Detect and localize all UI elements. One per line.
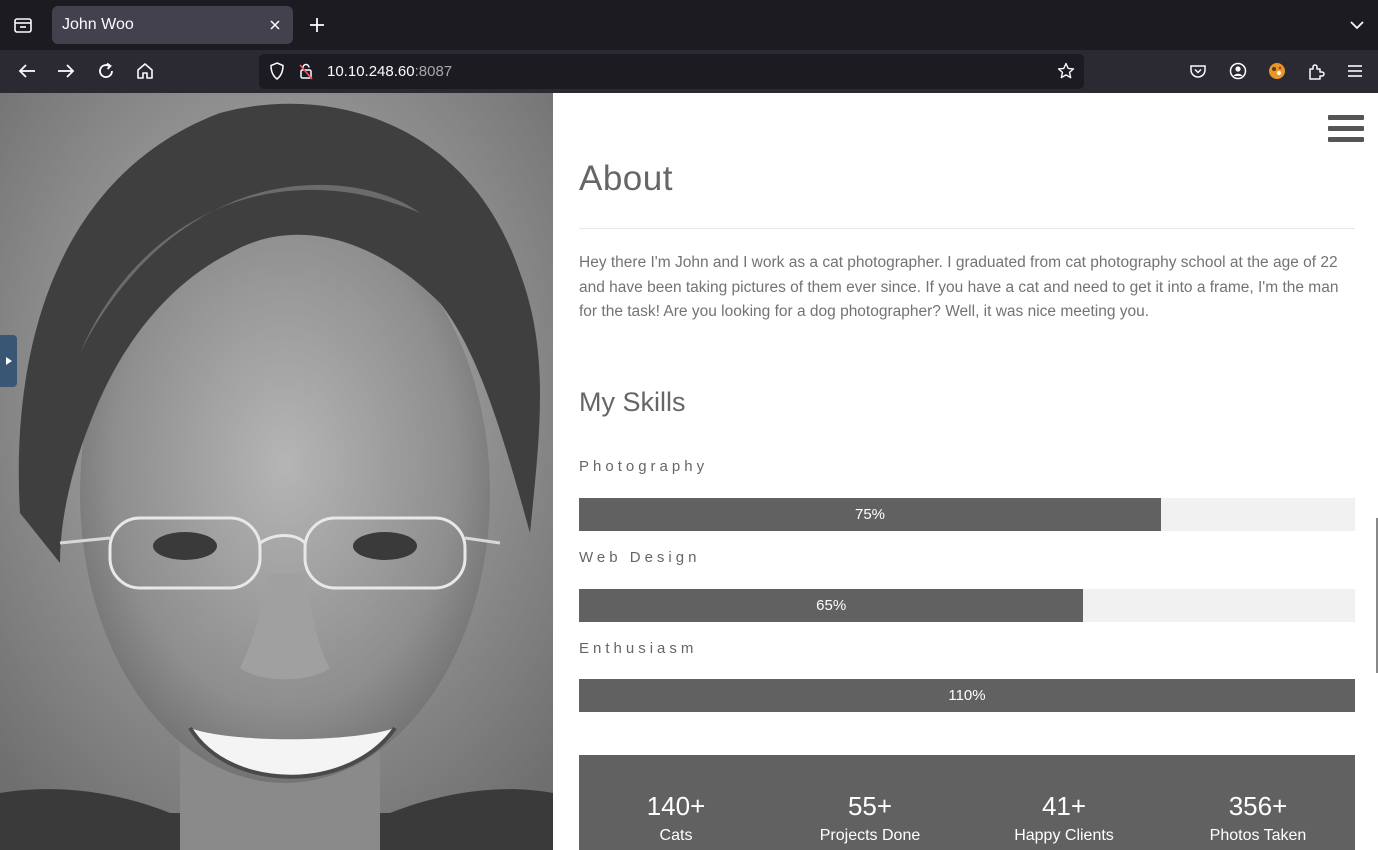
url-text: 10.10.248.60:8087 <box>327 63 452 80</box>
chevron-down-icon[interactable] <box>1346 14 1368 36</box>
skill-fill-web-design: 65% <box>579 589 1084 622</box>
skill-fill-enthusiasm: 110% <box>579 679 1355 712</box>
stat-projects-done: 55+ Projects Done <box>773 791 967 847</box>
tab-title: John Woo <box>62 16 134 33</box>
skill-label-web-design: Web Design <box>579 549 701 566</box>
reload-icon[interactable] <box>95 60 117 82</box>
home-icon[interactable] <box>134 60 156 82</box>
divider <box>579 228 1355 229</box>
pocket-icon[interactable] <box>1188 61 1208 81</box>
stat-happy-clients: 41+ Happy Clients <box>967 791 1161 847</box>
stat-label: Cats <box>659 827 693 844</box>
hamburger-bar <box>1328 115 1364 120</box>
skills-title: My Skills <box>579 387 686 417</box>
page-viewport: About Hey there I'm John and I work as a… <box>0 93 1378 850</box>
browser-window: John Woo 10.10.248.60:8087 About Hey the… <box>0 0 1378 850</box>
stat-label: Projects Done <box>819 827 921 844</box>
tab-strip: John Woo <box>0 0 1378 50</box>
skill-bar-enthusiasm: 110% <box>579 679 1355 712</box>
puzzle-icon[interactable] <box>1306 61 1326 81</box>
skill-bar-web-design: 65% <box>579 589 1355 622</box>
star-icon[interactable] <box>1056 61 1076 81</box>
forward-arrow-icon[interactable] <box>55 60 77 82</box>
url-port: :8087 <box>414 63 453 80</box>
tab-list-icon[interactable] <box>12 14 34 36</box>
shield-icon[interactable] <box>267 61 287 81</box>
stat-number: 356+ <box>1228 791 1288 821</box>
skill-label-enthusiasm: Enthusiasm <box>579 640 698 657</box>
about-title: About <box>579 159 673 198</box>
stat-label: Photos Taken <box>1209 827 1307 844</box>
stat-label: Happy Clients <box>1014 827 1114 844</box>
close-icon[interactable] <box>265 15 285 35</box>
hamburger-bar <box>1328 126 1364 131</box>
extension-icon[interactable] <box>1267 61 1287 81</box>
stat-cats: 140+ Cats <box>579 791 773 847</box>
insecure-lock-icon[interactable] <box>296 61 316 81</box>
stat-number: 140+ <box>646 791 706 821</box>
hamburger-menu-icon[interactable] <box>1345 61 1365 81</box>
account-icon[interactable] <box>1228 61 1248 81</box>
skill-label-photography: Photography <box>579 458 709 475</box>
url-host: 10.10.248.60 <box>327 63 415 80</box>
back-arrow-icon[interactable] <box>16 60 38 82</box>
skill-fill-photography: 75% <box>579 498 1161 531</box>
hamburger-bar <box>1328 137 1364 142</box>
site-menu-button[interactable] <box>1328 115 1364 147</box>
profile-photo <box>0 93 553 850</box>
stat-number: 55+ <box>847 791 893 821</box>
navigation-toolbar: 10.10.248.60:8087 <box>0 50 1378 93</box>
stats-panel: 140+ Cats 55+ Projects Done 41+ Happy Cl… <box>579 755 1355 850</box>
sidebar-toggle-handle[interactable] <box>0 335 17 387</box>
about-paragraph: Hey there I'm John and I work as a cat p… <box>579 254 1339 320</box>
stat-photos-taken: 356+ Photos Taken <box>1161 791 1355 847</box>
tab-active[interactable]: John Woo <box>52 6 293 44</box>
plus-icon[interactable] <box>306 14 328 36</box>
skill-bar-photography: 75% <box>579 498 1355 531</box>
stat-number: 41+ <box>1041 791 1087 821</box>
address-bar[interactable]: 10.10.248.60:8087 <box>259 54 1084 89</box>
